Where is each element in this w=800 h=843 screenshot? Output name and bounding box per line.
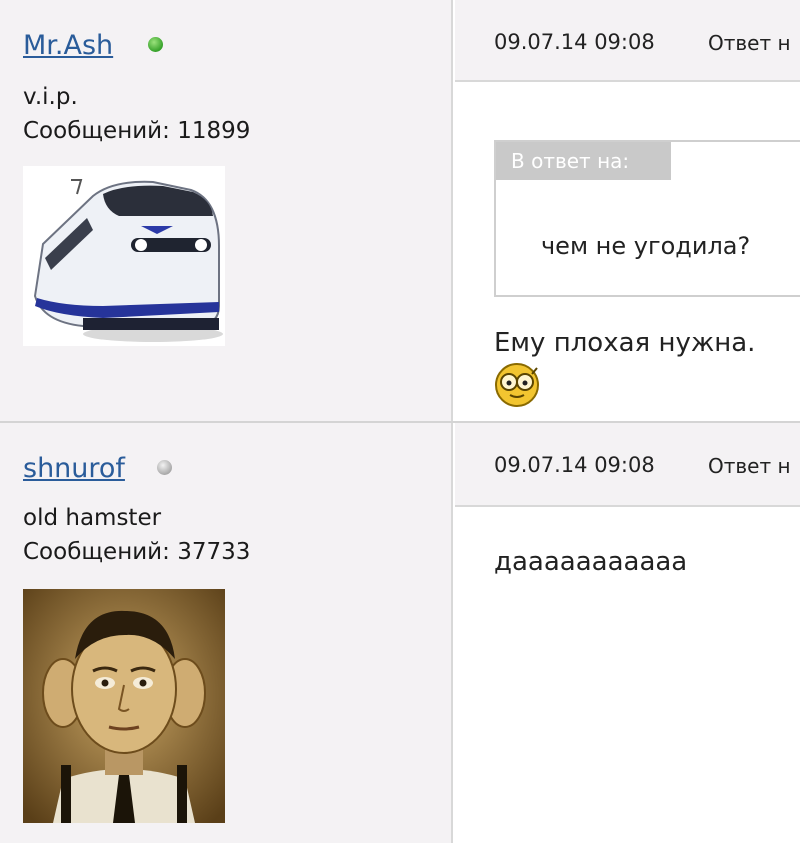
reply-link[interactable]: Ответ н — [708, 31, 791, 55]
offline-status-icon — [157, 460, 172, 475]
post-date: 09.07.14 09:08 — [494, 453, 655, 477]
author-rank: v.i.p. — [23, 84, 78, 110]
author-message-count: Сообщений: 37733 — [23, 539, 251, 565]
online-status-icon — [148, 37, 163, 52]
forum-post: shnurof old hamster Сообщений: 37733 09.… — [0, 423, 800, 843]
train-avatar — [23, 166, 225, 346]
smiley-glasses-icon — [494, 362, 540, 408]
author-username-link[interactable]: Mr.Ash — [23, 30, 113, 61]
post-author-panel: Mr.Ash v.i.p. Сообщений: 11899 — [0, 0, 453, 422]
post-header: 09.07.14 09:08 Ответ н — [455, 423, 800, 507]
reply-link[interactable]: Ответ н — [708, 454, 791, 478]
big-ears-man-avatar — [23, 589, 225, 823]
quote-text: чем не угодила? — [541, 232, 751, 260]
quote-header: В ответ на: — [496, 142, 671, 180]
post-date: 09.07.14 09:08 — [494, 30, 655, 54]
post-message-panel: 09.07.14 09:08 Ответ н В ответ на: чем н… — [455, 0, 800, 422]
post-header: 09.07.14 09:08 Ответ н — [455, 0, 800, 82]
author-message-count: Сообщений: 11899 — [23, 118, 251, 144]
quote-block: В ответ на: чем не угодила? — [494, 140, 800, 297]
post-body-text: дааааааааааа — [494, 547, 688, 577]
post-author-panel: shnurof old hamster Сообщений: 37733 — [0, 423, 453, 843]
post-body-text: Ему плохая нужна. — [494, 328, 756, 358]
post-message-panel: 09.07.14 09:08 Ответ н дааааааааааа — [455, 423, 800, 843]
forum-post: Mr.Ash v.i.p. Сообщений: 11899 09.07.14 … — [0, 0, 800, 422]
author-username-link[interactable]: shnurof — [23, 453, 125, 484]
author-rank: old hamster — [23, 505, 162, 531]
